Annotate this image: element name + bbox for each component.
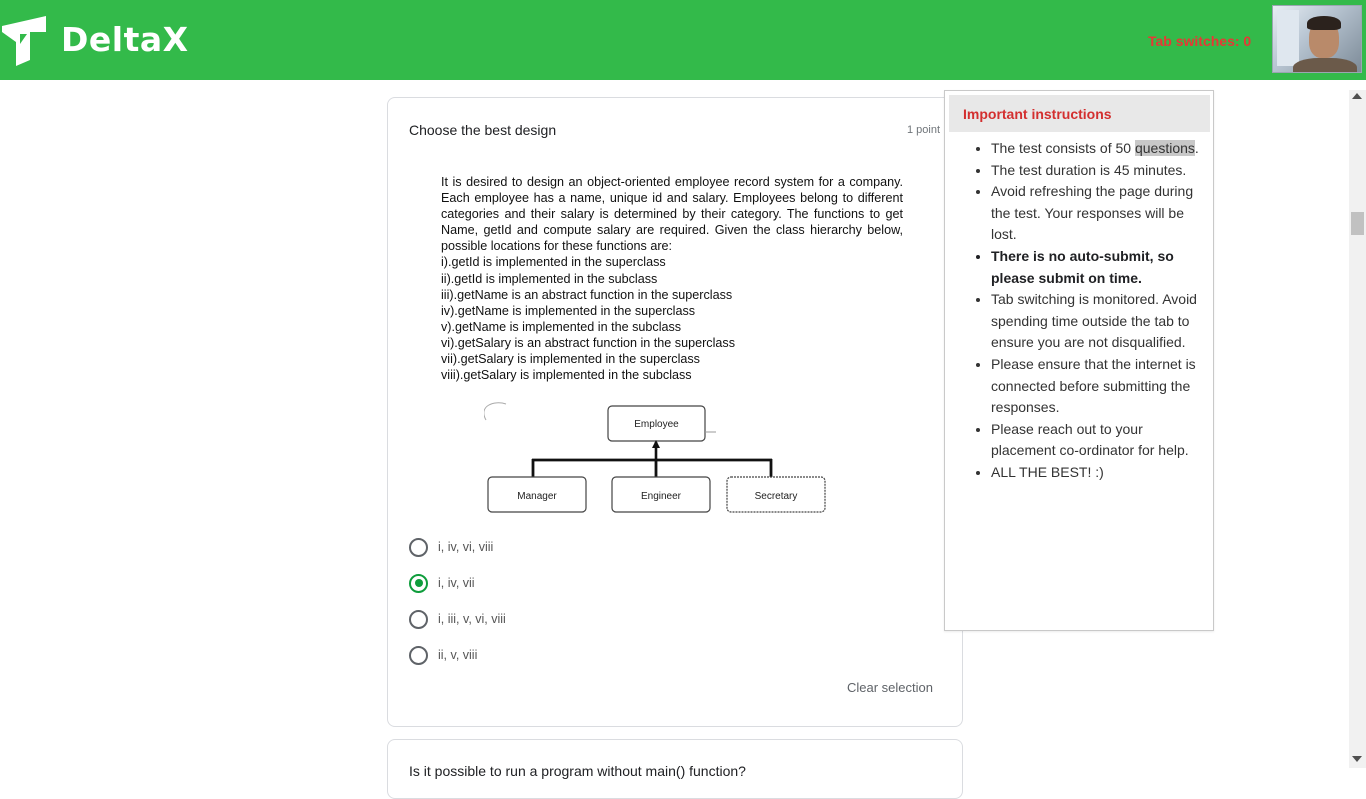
question-card: Choose the best design 1 point It is des…	[387, 97, 963, 727]
instruction-item: Please reach out to your placement co-or…	[991, 419, 1203, 462]
next-question-card: Is it possible to run a program without …	[387, 739, 963, 799]
secretary-node-label: Secretary	[755, 491, 798, 502]
option-1[interactable]: i, iv, vi, viii	[409, 537, 493, 557]
scrollbar-thumb[interactable]	[1351, 212, 1364, 235]
instruction-item: Tab switching is monitored. Avoid spendi…	[991, 289, 1203, 354]
radio-button[interactable]	[409, 537, 428, 557]
next-question-title: Is it possible to run a program without …	[409, 763, 746, 779]
top-bar: DeltaX Tab switches: 0	[0, 0, 1366, 80]
question-item: i).getId is implemented in the superclas…	[441, 255, 666, 270]
instructions-title: Important instructions	[963, 106, 1112, 122]
clear-selection-button[interactable]: Clear selection	[847, 680, 933, 695]
question-body: It is desired to design an object-orient…	[441, 174, 903, 383]
engineer-node-label: Engineer	[641, 491, 682, 502]
question-paragraph: It is desired to design an object-orient…	[441, 175, 903, 254]
instruction-item: Avoid refreshing the page during the tes…	[991, 181, 1203, 246]
instruction-item: The test duration is 45 minutes.	[991, 160, 1203, 182]
question-item: vii).getSalary is implemented in the sup…	[441, 352, 700, 367]
brand-name: DeltaX	[61, 20, 189, 59]
manager-node-label: Manager	[517, 491, 557, 502]
option-label: i, iii, v, vi, viii	[438, 612, 506, 626]
class-hierarchy-diagram: Employee Manager Engineer Secretary	[484, 402, 826, 513]
scrollbar-track[interactable]	[1349, 90, 1366, 768]
instruction-item: Please ensure that the internet is conne…	[991, 354, 1203, 419]
option-3[interactable]: i, iii, v, vi, viii	[409, 609, 506, 629]
question-item: vi).getSalary is an abstract function in…	[441, 335, 735, 350]
question-item: iv).getName is implemented in the superc…	[441, 303, 696, 318]
radio-button[interactable]	[409, 609, 428, 629]
question-item: ii).getId is implemented in the subclass	[441, 271, 658, 286]
radio-button[interactable]	[409, 645, 428, 665]
scroll-up-arrow-icon[interactable]	[1352, 93, 1362, 99]
instruction-item: There is no auto-submit, so please submi…	[991, 246, 1203, 289]
instruction-item: The test consists of 50 questions.	[991, 138, 1203, 160]
instruction-item: ALL THE BEST! :)	[991, 462, 1203, 484]
question-item: viii).getSalary is implemented in the su…	[441, 368, 692, 383]
radio-button-selected[interactable]	[409, 573, 428, 593]
instructions-panel: Important instructions The test consists…	[944, 90, 1214, 631]
scroll-down-arrow-icon[interactable]	[1352, 756, 1362, 762]
tab-switches-counter: Tab switches: 0	[1148, 33, 1252, 49]
option-label: i, iv, vi, viii	[438, 540, 494, 554]
question-points: 1 point	[906, 124, 940, 136]
employee-node-label: Employee	[634, 419, 679, 430]
deltax-logo-icon	[2, 16, 46, 66]
option-label: i, iv, vii	[438, 576, 475, 590]
option-2[interactable]: i, iv, vii	[409, 573, 475, 593]
question-item: iii).getName is an abstract function in …	[441, 287, 733, 302]
option-4[interactable]: ii, v, viii	[409, 645, 477, 665]
instructions-list: The test consists of 50 questions. The t…	[973, 138, 1203, 484]
option-label: ii, v, viii	[438, 648, 478, 662]
question-title: Choose the best design	[409, 122, 557, 138]
instructions-header: Important instructions	[949, 95, 1210, 132]
webcam-preview	[1272, 5, 1362, 73]
question-item: v).getName is implemented in the subclas…	[441, 319, 682, 334]
